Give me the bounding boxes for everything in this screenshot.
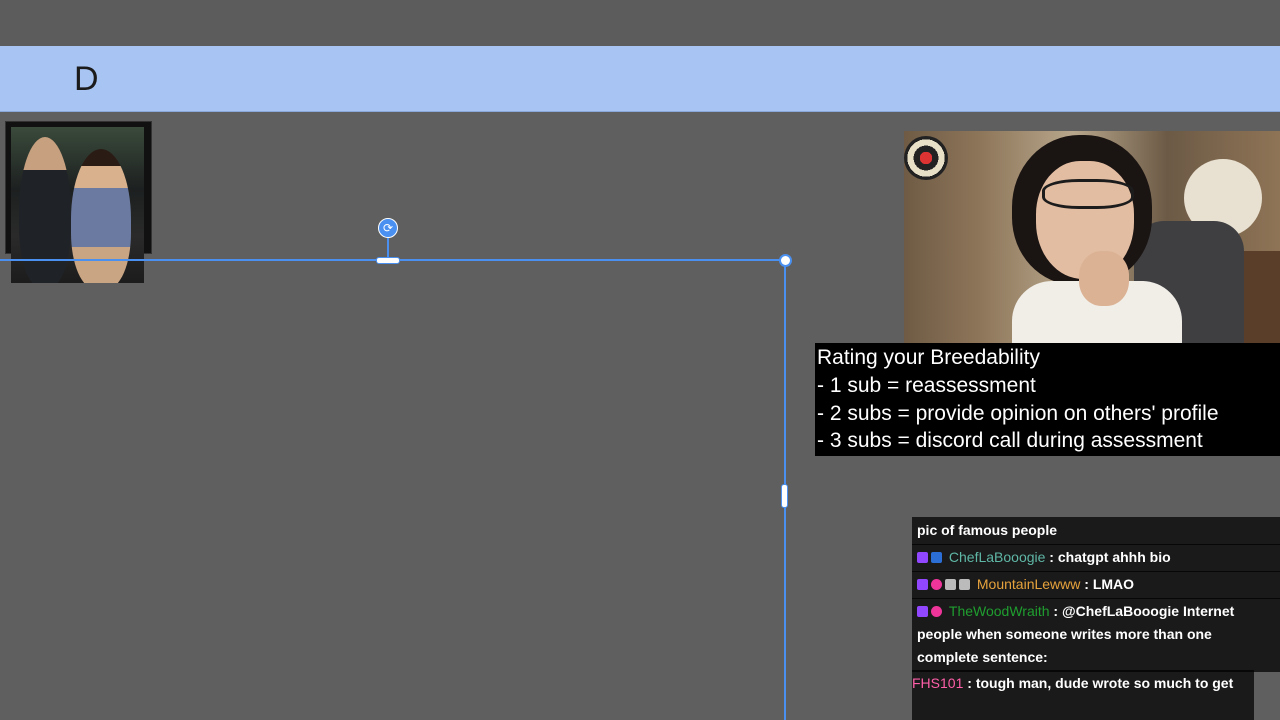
- heart-badge-icon: [931, 606, 942, 617]
- chat-message: TheWoodWraith : @ChefLaBooogie Internet …: [912, 598, 1280, 672]
- chat-message: FHS101 : tough man, dude wrote so much t…: [912, 670, 1254, 720]
- chat-separator: :: [1049, 603, 1062, 619]
- chat-text: tough man, dude wrote so much to get: [975, 675, 1234, 691]
- chat-text: pic of famous people: [917, 522, 1058, 538]
- chat-message: pic of famous people: [912, 517, 1280, 545]
- chat-username: TheWoodWraith: [948, 603, 1050, 619]
- rotate-handle-icon[interactable]: ⟳: [378, 218, 398, 238]
- chat-separator: :: [1045, 549, 1058, 565]
- twitch-badge-icon: [917, 579, 928, 590]
- header-bar: D: [0, 46, 1280, 112]
- chat-text: chatgpt ahhh bio: [1057, 549, 1171, 565]
- resize-handle-right[interactable]: [781, 484, 788, 508]
- chat-username: ChefLaBooogie: [948, 549, 1046, 565]
- rating-line: Rating your Breedability: [817, 346, 1040, 369]
- resize-handle-corner[interactable]: [779, 254, 792, 267]
- twitch-badge-icon: [917, 606, 928, 617]
- chat-username: FHS101: [912, 675, 964, 691]
- rating-line: - 2 subs = provide opinion on others' pr…: [817, 401, 1219, 425]
- webcam-hand: [1079, 251, 1129, 306]
- chat-text: LMAO: [1092, 576, 1135, 592]
- robot-badge-icon: [959, 579, 970, 590]
- chat-message: MountainLewww : LMAO: [912, 571, 1280, 599]
- chat-separator: :: [963, 675, 976, 691]
- rotate-stem: [387, 238, 389, 258]
- hand-badge-icon: [945, 579, 956, 590]
- webcam-glasses: [1042, 179, 1134, 209]
- chat-username: MountainLewww: [976, 576, 1081, 592]
- chat-overlay: pic of famous people ChefLaBooogie : cha…: [912, 517, 1280, 720]
- twitch-badge-icon: [917, 552, 928, 563]
- rating-overlay: Rating your Breedability - 1 sub = reass…: [815, 343, 1280, 456]
- resize-handle-top[interactable]: [376, 257, 400, 264]
- dartboard: [904, 136, 948, 180]
- header-letter: D: [74, 60, 99, 98]
- rating-line: - 1 sub = reassessment: [817, 373, 1036, 397]
- heart-badge-icon: [931, 579, 942, 590]
- chat-separator: :: [1080, 576, 1093, 592]
- photo-person-right: [71, 149, 131, 283]
- photo-person-left: [19, 137, 71, 283]
- webcam-feed: [904, 131, 1280, 343]
- prime-badge-icon: [931, 552, 942, 563]
- top-strip: [0, 0, 1280, 46]
- chat-message: ChefLaBooogie : chatgpt ahhh bio: [912, 544, 1280, 572]
- rating-line: - 3 subs = discord call during assessmen…: [817, 429, 1203, 453]
